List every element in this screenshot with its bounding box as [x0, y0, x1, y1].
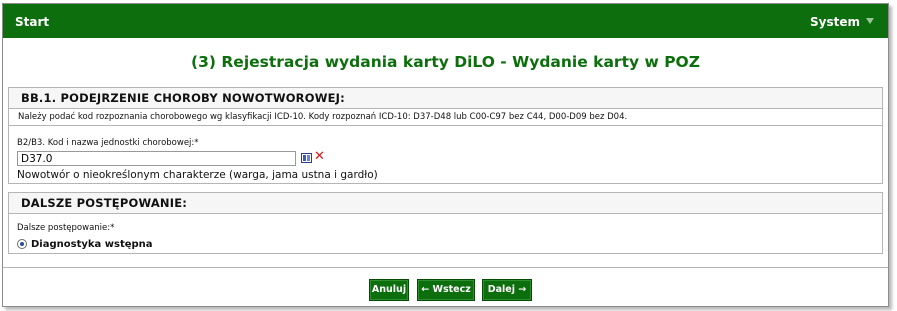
chevron-down-icon[interactable] — [866, 18, 874, 24]
radio-initial-diagnostics[interactable] — [17, 239, 27, 249]
dictionary-icon[interactable] — [301, 153, 312, 163]
next-button[interactable]: Dalej → — [482, 279, 532, 301]
disease-description: Nowotwór o nieokreślonym charakterze (wa… — [17, 169, 378, 181]
main-window: Start System (3) Rejestracja wydania kar… — [2, 3, 889, 307]
nav-system-menu[interactable]: System — [810, 15, 860, 29]
disease-code-input[interactable] — [17, 151, 296, 166]
section-cancer-suspicion-header: BB.1. PODEJRZENIE CHOROBY NOWOTWOROWEJ: — [9, 88, 882, 109]
section-further-procedure-header: DALSZE POSTĘPOWANIE: — [9, 193, 882, 214]
footer-divider — [3, 267, 888, 268]
disease-code-field-label: B2/B3. Kod i nazwa jednostki chorobowej:… — [17, 138, 199, 148]
further-procedure-field-label: Dalsze postępowanie:* — [17, 223, 115, 233]
page-title: (3) Rejestracja wydania karty DiLO - Wyd… — [191, 53, 700, 71]
cancel-button[interactable]: Anuluj — [369, 279, 409, 301]
icd10-instruction-note: Należy podać kod rozpoznania chorobowego… — [9, 109, 882, 126]
clear-icon[interactable]: ✕ — [314, 149, 325, 165]
nav-start-link[interactable]: Start — [15, 15, 49, 29]
top-navigation-bar: Start System — [3, 4, 888, 38]
back-button[interactable]: ← Wstecz — [417, 279, 475, 301]
radio-initial-diagnostics-label[interactable]: Diagnostyka wstępna — [31, 239, 153, 250]
